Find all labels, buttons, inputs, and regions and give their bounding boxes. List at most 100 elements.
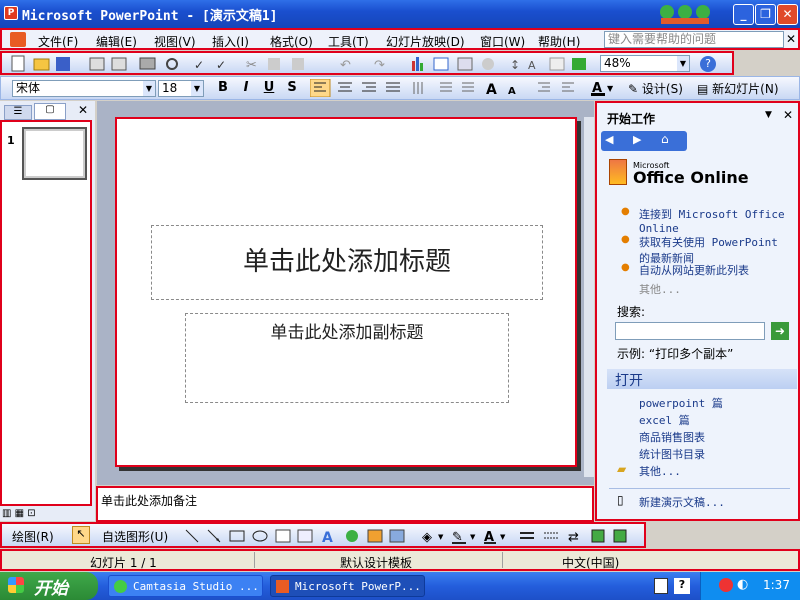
- chevron-down-icon[interactable]: ▼: [143, 81, 155, 96]
- menu-window[interactable]: 窗口(W): [480, 33, 525, 50]
- menu-view[interactable]: 视图(V): [154, 33, 196, 50]
- link-auto-update[interactable]: 自动从网站更新此列表: [639, 262, 789, 278]
- record-icon[interactable]: [719, 578, 733, 592]
- svg-text:↕: ↕: [510, 58, 520, 72]
- status-template: 默认设计模板: [340, 556, 413, 570]
- document-icon[interactable]: [10, 32, 26, 47]
- slideshow-icon[interactable]: ⊡: [27, 508, 35, 519]
- search-go-icon[interactable]: ➜: [771, 322, 789, 340]
- draw-menu-button[interactable]: 绘图(R): [12, 528, 54, 545]
- windows-taskbar: 开始 Camtasia Studio ... Microsoft PowerP.…: [0, 572, 800, 600]
- bold-button[interactable]: B: [214, 80, 232, 95]
- help-question-input[interactable]: 键入需要帮助的问题: [604, 31, 784, 48]
- new-document-icon: ▯: [617, 493, 624, 507]
- taskbar-powerpoint[interactable]: Microsoft PowerP...: [270, 575, 425, 597]
- italic-button[interactable]: I: [237, 80, 255, 95]
- volume-icon[interactable]: ◐: [737, 577, 748, 592]
- svg-text:◈: ◈: [422, 530, 432, 545]
- svg-text:▼: ▼: [500, 533, 506, 541]
- link-connect-office-online[interactable]: 连接到 Microsoft Office Online: [639, 206, 789, 235]
- menu-slideshow[interactable]: 幻灯片放映(D): [386, 33, 465, 50]
- minimize-button[interactable]: _: [733, 4, 754, 25]
- recent-file-link[interactable]: 商品销售图表: [639, 429, 705, 445]
- task-pane-title: 开始工作: [607, 112, 656, 126]
- outline-tab[interactable]: ☰: [4, 105, 32, 120]
- open-more-link[interactable]: 其他...: [639, 463, 681, 479]
- help-icon[interactable]: ?: [674, 578, 690, 594]
- status-slide-count: 幻灯片 1 / 1: [90, 556, 157, 570]
- menu-format[interactable]: 格式(O): [270, 33, 313, 50]
- search-input[interactable]: [615, 322, 765, 340]
- align-icons: AA: [309, 78, 580, 98]
- menu-edit[interactable]: 编辑(E): [96, 33, 137, 50]
- status-language: 中文(中国): [562, 556, 620, 570]
- menu-tools[interactable]: 工具(T): [328, 33, 369, 50]
- powerpoint-icon: [276, 580, 289, 593]
- close-window-button[interactable]: ✕: [777, 4, 798, 25]
- notes-placeholder: 单击此处添加备注: [101, 494, 198, 508]
- svg-text:▼: ▼: [470, 533, 476, 541]
- title-placeholder[interactable]: 单击此处添加标题: [151, 225, 543, 300]
- keyboard-icon[interactable]: [654, 578, 668, 594]
- folder-icon: ▰: [617, 462, 627, 476]
- menu-help[interactable]: 帮助(H): [538, 33, 580, 50]
- underline-button[interactable]: U: [260, 80, 278, 95]
- svg-text:▼: ▼: [607, 84, 614, 93]
- nav-buttons: ◀ ▶ ⌂: [601, 131, 687, 151]
- new-slide-button[interactable]: ▤ 新幻灯片(N): [697, 80, 779, 97]
- font-combo[interactable]: 宋体 ▼: [12, 80, 156, 97]
- recent-file-link[interactable]: excel 篇: [639, 412, 690, 428]
- menu-file[interactable]: 文件(F): [38, 33, 78, 50]
- font-color-icon[interactable]: A ▼: [590, 79, 616, 97]
- slide-canvas[interactable]: 单击此处添加标题 单击此处添加副标题: [115, 117, 577, 467]
- maximize-button[interactable]: ❐: [755, 4, 776, 25]
- subtitle-placeholder[interactable]: 单击此处添加副标题: [185, 313, 509, 403]
- close-document-button[interactable]: ✕: [786, 32, 796, 46]
- logo-watermark: [655, 2, 715, 26]
- camtasia-icon: [114, 580, 127, 593]
- taskbar-camtasia[interactable]: Camtasia Studio ...: [108, 575, 263, 597]
- open-section-header: 打开: [607, 369, 797, 389]
- standard-toolbar: ✓ ✓ ✂ ↶ ↷ ↕ A 48% ▼ ?: [0, 51, 734, 75]
- select-pointer-icon[interactable]: ↖: [72, 526, 90, 544]
- recent-file-link[interactable]: 统计图书目录: [639, 446, 705, 462]
- new-slide-label: 新幻灯片(N): [712, 82, 779, 96]
- powerpoint-app-icon[interactable]: P: [4, 6, 18, 20]
- chevron-down-icon[interactable]: ▼: [191, 81, 203, 96]
- zoom-combo[interactable]: 48% ▼: [600, 55, 690, 72]
- link-more[interactable]: 其他...: [639, 281, 681, 297]
- shadow-button[interactable]: S: [283, 80, 301, 95]
- menu-insert[interactable]: 插入(I): [212, 33, 249, 50]
- home-icon[interactable]: ⌂: [661, 132, 669, 146]
- close-icon[interactable]: ✕: [783, 108, 793, 122]
- slides-tab[interactable]: ▢: [34, 103, 66, 120]
- vertical-scrollbar[interactable]: [584, 117, 594, 477]
- recent-file-link[interactable]: powerpoint 篇: [639, 395, 723, 411]
- svg-text:↶: ↶: [340, 58, 351, 73]
- status-bar: 幻灯片 1 / 1 默认设计模板 中文(中国): [0, 549, 800, 571]
- notes-pane[interactable]: 单击此处添加备注: [96, 486, 594, 522]
- standard-toolbar-icons: ✓ ✓ ✂ ↶ ↷: [10, 55, 410, 73]
- close-pane-icon[interactable]: ✕: [78, 103, 88, 117]
- slide-sorter-icon[interactable]: ▦: [15, 508, 24, 519]
- help-icon[interactable]: ?: [700, 56, 716, 72]
- start-button[interactable]: 开始: [0, 572, 98, 600]
- new-slide-icon: ▤: [697, 82, 709, 96]
- svg-text:A: A: [322, 530, 333, 545]
- svg-text:✂: ✂: [246, 58, 257, 73]
- autoshapes-button[interactable]: 自选图形(U): [102, 528, 168, 545]
- system-tray: ◐ 1:37: [700, 572, 800, 600]
- chevron-down-icon[interactable]: ▼: [765, 110, 772, 120]
- font-size-combo[interactable]: 18 ▼: [158, 80, 204, 97]
- forward-icon[interactable]: ▶: [633, 133, 641, 146]
- normal-view-icon[interactable]: ▥: [2, 508, 11, 519]
- divider: [609, 488, 790, 489]
- back-icon[interactable]: ◀: [605, 133, 613, 146]
- bullet-icon: ●: [621, 234, 630, 245]
- open-header-label: 打开: [615, 373, 643, 389]
- new-presentation-link[interactable]: 新建演示文稿...: [639, 494, 725, 510]
- chevron-down-icon[interactable]: ▼: [677, 56, 689, 71]
- design-button[interactable]: ✎ 设计(S): [628, 80, 683, 97]
- svg-text:▼: ▼: [438, 533, 444, 541]
- slide-thumbnail[interactable]: [22, 127, 87, 180]
